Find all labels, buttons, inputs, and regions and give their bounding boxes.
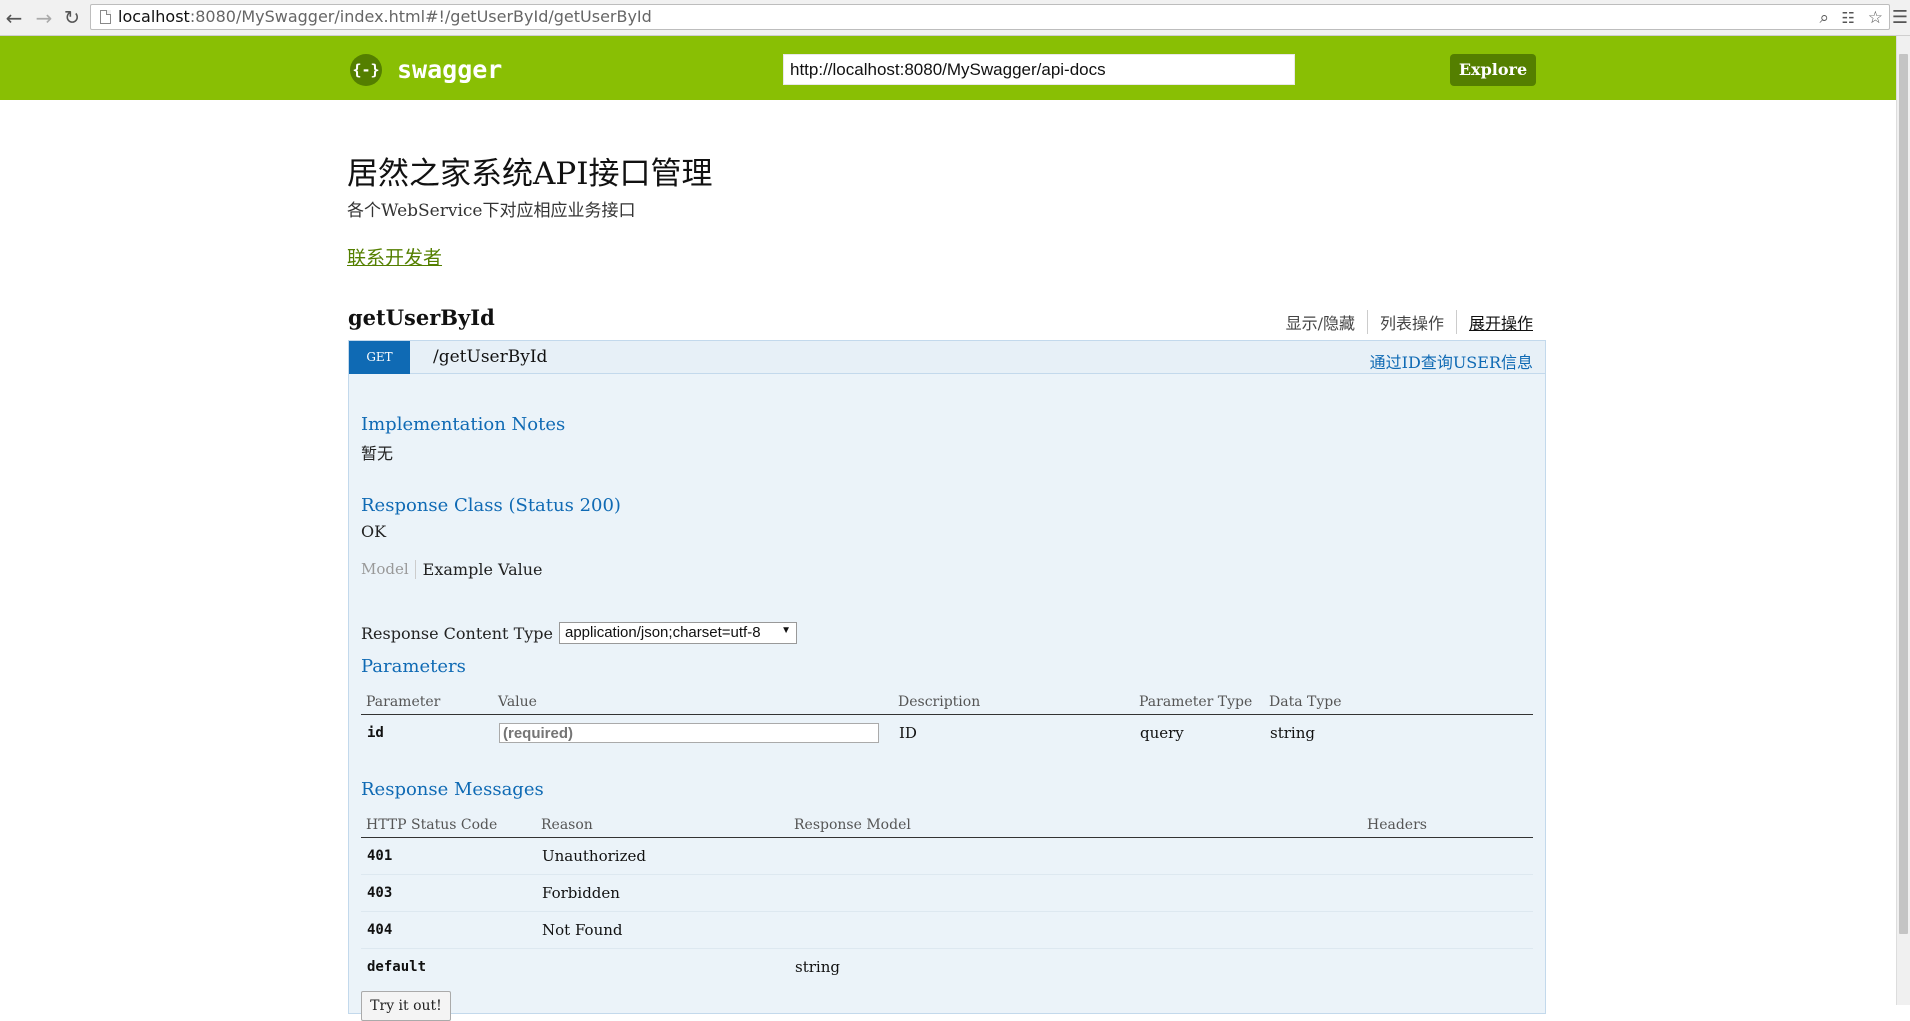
param-name: id: [367, 725, 384, 741]
http-method-badge[interactable]: GET: [349, 341, 410, 374]
implementation-notes-text: 暂无: [361, 444, 394, 463]
resource-actions: 显示/隐藏 列表操作 展开操作: [1274, 310, 1533, 334]
resp-model: [789, 837, 1362, 875]
translate-icon[interactable]: ☷: [1842, 9, 1855, 27]
param-header-description: Description: [893, 690, 1134, 715]
resp-code: default: [367, 959, 427, 975]
back-arrow-icon[interactable]: ←: [2, 6, 26, 30]
page-icon: [100, 10, 111, 24]
resp-headers: [1362, 949, 1533, 986]
response-messages-table: HTTP Status Code Reason Response Model H…: [361, 813, 1533, 985]
swagger-logo-icon[interactable]: {-}: [350, 54, 382, 86]
resp-code: 401: [361, 837, 536, 875]
resp-reason: Forbidden: [536, 874, 789, 912]
param-type: query: [1140, 724, 1184, 742]
resp-code: 404: [361, 911, 536, 949]
table-row: id ID query string: [361, 715, 1533, 752]
operation-content: Implementation Notes 暂无 Response Class (…: [348, 374, 1546, 1021]
resp-model: string: [795, 958, 840, 976]
url-host: localhost: [118, 7, 190, 26]
try-it-out-button[interactable]: Try it out!: [361, 991, 451, 1021]
browser-toolbar: ← → ↻ localhost:8080/MySwagger/index.htm…: [0, 0, 1910, 36]
param-data-type: string: [1270, 724, 1315, 742]
implementation-notes-heading: Implementation Notes: [361, 414, 566, 435]
param-header-data-type: Data Type: [1264, 690, 1533, 715]
tab-model[interactable]: Model: [361, 560, 416, 579]
list-operations-link[interactable]: 列表操作: [1368, 310, 1457, 334]
operation-heading[interactable]: GET /getUserById 通过ID查询USER信息: [348, 340, 1546, 374]
param-header-parameter-type: Parameter Type: [1134, 690, 1264, 715]
menu-icon[interactable]: ☰: [1892, 7, 1908, 28]
dropdown-arrow-icon: ▼: [781, 625, 791, 636]
forward-arrow-icon[interactable]: →: [32, 6, 56, 30]
star-icon[interactable]: ☆: [1868, 8, 1883, 28]
param-value-cell: [493, 715, 893, 752]
table-row: 403 Forbidden: [361, 874, 1533, 912]
resp-code: 403: [361, 874, 536, 912]
param-header-parameter: Parameter: [361, 690, 493, 715]
table-row: default string: [361, 949, 1533, 986]
resp-reason: Not Found: [536, 911, 789, 949]
table-row: 401 Unauthorized: [361, 837, 1533, 875]
operation-path[interactable]: /getUserById: [433, 347, 547, 367]
resp-headers: [1362, 837, 1533, 875]
parameters-heading: Parameters: [361, 656, 466, 677]
resp-headers: [1362, 911, 1533, 949]
swagger-header: {-} swagger Explore: [0, 36, 1896, 100]
api-title: 居然之家系统API接口管理: [347, 156, 713, 192]
show-hide-link[interactable]: 显示/隐藏: [1274, 310, 1368, 334]
expand-operations-link[interactable]: 展开操作: [1457, 310, 1533, 334]
resource-name[interactable]: getUserById: [348, 305, 495, 330]
reload-icon[interactable]: ↻: [60, 6, 84, 30]
response-content-type-select[interactable]: application/json;charset=utf-8 ▼: [559, 622, 797, 644]
swagger-logo-text[interactable]: swagger: [397, 55, 502, 84]
operation-summary[interactable]: 通过ID查询USER信息: [1370, 349, 1533, 373]
url-path: :8080/MySwagger/index.html#!/getUserById…: [189, 7, 652, 26]
address-bar[interactable]: localhost:8080/MySwagger/index.html#!/ge…: [90, 4, 1890, 30]
tab-example-value[interactable]: Example Value: [416, 560, 543, 579]
param-header-value: Value: [493, 690, 893, 715]
zoom-icon[interactable]: ⌕: [1819, 8, 1829, 28]
resp-header-status-code: HTTP Status Code: [361, 813, 536, 838]
response-class-heading: Response Class (Status 200): [361, 495, 621, 516]
response-content-type-value: application/json;charset=utf-8: [565, 624, 761, 641]
param-id-input[interactable]: [499, 723, 879, 743]
response-messages-heading: Response Messages: [361, 779, 544, 800]
resp-model: [789, 874, 1362, 912]
resp-reason: [536, 949, 789, 986]
api-url-input[interactable]: [783, 54, 1295, 85]
resp-header-response-model: Response Model: [789, 813, 1362, 838]
url-text[interactable]: localhost:8080/MySwagger/index.html#!/ge…: [118, 7, 652, 26]
api-description: 各个WebService下对应相应业务接口: [347, 201, 636, 221]
resp-header-reason: Reason: [536, 813, 789, 838]
resp-reason: Unauthorized: [536, 837, 789, 875]
table-row: 404 Not Found: [361, 911, 1533, 949]
resp-headers: [1362, 874, 1533, 912]
page-scrollbar[interactable]: [1896, 36, 1910, 1005]
param-description: ID: [899, 724, 917, 742]
contact-developer-link[interactable]: 联系开发者: [347, 243, 442, 270]
parameters-table: Parameter Value Description Parameter Ty…: [361, 690, 1533, 751]
resp-header-headers: Headers: [1362, 813, 1533, 838]
scroll-thumb[interactable]: [1899, 54, 1908, 934]
model-tabs: Model Example Value: [361, 560, 543, 579]
explore-button[interactable]: Explore: [1450, 54, 1536, 86]
resp-model: [789, 911, 1362, 949]
response-content-type-label: Response Content Type: [361, 624, 553, 643]
response-class-value: OK: [361, 522, 387, 541]
